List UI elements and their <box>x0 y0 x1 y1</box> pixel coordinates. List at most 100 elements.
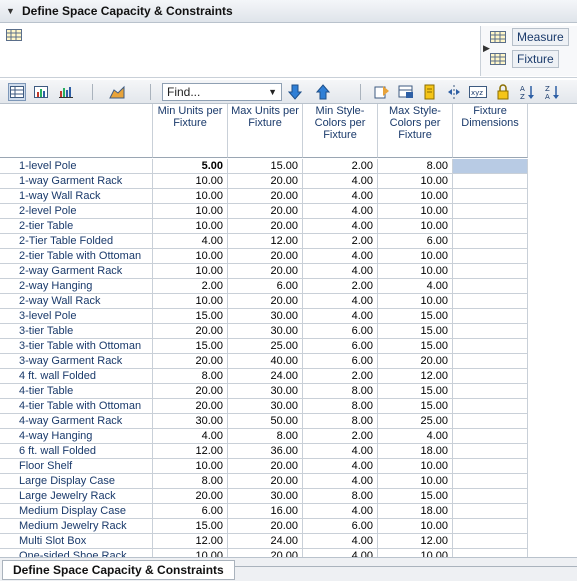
table-cell[interactable]: 8.00 <box>153 369 228 384</box>
table-cell[interactable]: 6.00 <box>378 234 453 249</box>
table-cell[interactable]: 20.00 <box>228 474 303 489</box>
row-label[interactable]: 6 ft. wall Folded <box>0 444 153 459</box>
table-cell[interactable]: 18.00 <box>378 504 453 519</box>
table-cell[interactable]: 20.00 <box>228 264 303 279</box>
table-cell[interactable]: 15.00 <box>153 339 228 354</box>
table-cell[interactable]: 20.00 <box>228 294 303 309</box>
row-label[interactable]: Multi Slot Box <box>0 534 153 549</box>
table-cell[interactable]: 10.00 <box>153 189 228 204</box>
table-cell[interactable]: 8.00 <box>303 414 378 429</box>
table-cell[interactable]: 20.00 <box>228 219 303 234</box>
table-cell[interactable] <box>453 249 528 264</box>
row-label[interactable]: One-sided Shoe Rack <box>0 549 153 557</box>
table-cell[interactable]: 15.00 <box>378 384 453 399</box>
table-cell[interactable]: 2.00 <box>303 234 378 249</box>
column-header-max-units[interactable]: Max Units per Fixture <box>228 104 303 158</box>
table-cell[interactable]: 20.00 <box>228 249 303 264</box>
table-cell[interactable]: 30.00 <box>228 309 303 324</box>
table-cell[interactable] <box>453 519 528 534</box>
table-cell[interactable]: 30.00 <box>228 384 303 399</box>
format-cells-icon[interactable] <box>397 83 415 101</box>
table-cell[interactable]: 10.00 <box>153 174 228 189</box>
table-cell[interactable] <box>453 234 528 249</box>
table-cell[interactable]: 15.00 <box>378 324 453 339</box>
table-icon[interactable] <box>6 29 22 44</box>
row-label[interactable]: 2-tier Table with Ottoman <box>0 249 153 264</box>
table-cell[interactable] <box>453 264 528 279</box>
table-cell[interactable] <box>453 324 528 339</box>
table-cell[interactable]: 2.00 <box>303 369 378 384</box>
row-label[interactable]: 1-way Wall Rack <box>0 189 153 204</box>
table-cell[interactable]: 12.00 <box>153 444 228 459</box>
column-header-min-style-colors[interactable]: Min Style-Colors per Fixture <box>303 104 378 158</box>
row-label[interactable]: 3-tier Table with Ottoman <box>0 339 153 354</box>
table-cell[interactable] <box>453 444 528 459</box>
table-cell[interactable]: 15.00 <box>378 309 453 324</box>
table-cell[interactable]: 4.00 <box>303 444 378 459</box>
table-cell[interactable]: 4.00 <box>303 459 378 474</box>
table-cell[interactable] <box>453 369 528 384</box>
table-cell[interactable]: 25.00 <box>228 339 303 354</box>
table-cell[interactable] <box>453 534 528 549</box>
table-cell[interactable]: 4.00 <box>153 429 228 444</box>
table-cell[interactable]: 4.00 <box>303 204 378 219</box>
sort-descending-icon[interactable]: ZA <box>544 83 562 101</box>
grid-chart-view-icon[interactable] <box>32 83 50 101</box>
row-label[interactable]: 2-level Pole <box>0 204 153 219</box>
row-label[interactable]: 2-Tier Table Folded <box>0 234 153 249</box>
table-cell[interactable]: 30.00 <box>228 489 303 504</box>
table-cell[interactable]: 20.00 <box>153 399 228 414</box>
table-cell[interactable]: 10.00 <box>378 474 453 489</box>
table-cell[interactable]: 4.00 <box>303 534 378 549</box>
table-cell[interactable]: 24.00 <box>228 369 303 384</box>
dimension-measure[interactable]: Measure <box>490 28 569 46</box>
note-icon[interactable] <box>421 83 439 101</box>
table-cell[interactable]: 8.00 <box>153 474 228 489</box>
table-cell[interactable]: 5.00 <box>153 159 228 174</box>
table-cell[interactable]: 12.00 <box>378 534 453 549</box>
table-cell[interactable]: 10.00 <box>378 294 453 309</box>
dimension-label-measure[interactable]: Measure <box>512 28 569 46</box>
table-cell[interactable]: 10.00 <box>153 219 228 234</box>
table-cell[interactable]: 8.00 <box>378 159 453 174</box>
row-label[interactable]: 1-level Pole <box>0 159 153 174</box>
table-cell[interactable]: 20.00 <box>153 384 228 399</box>
find-previous-up-icon[interactable] <box>314 83 332 101</box>
table-cell[interactable]: 20.00 <box>228 549 303 557</box>
table-cell[interactable]: 20.00 <box>378 354 453 369</box>
table-cell[interactable]: 4.00 <box>303 249 378 264</box>
table-cell[interactable]: 10.00 <box>378 219 453 234</box>
table-cell[interactable]: 2.00 <box>303 429 378 444</box>
table-cell[interactable]: 10.00 <box>153 459 228 474</box>
table-cell[interactable]: 20.00 <box>228 459 303 474</box>
chart-view-icon[interactable] <box>57 83 75 101</box>
row-label[interactable]: 4-tier Table with Ottoman <box>0 399 153 414</box>
table-cell[interactable] <box>453 549 528 557</box>
table-cell[interactable]: 10.00 <box>153 264 228 279</box>
column-header-max-style-colors[interactable]: Max Style-Colors per Fixture <box>378 104 453 158</box>
table-cell[interactable]: 20.00 <box>228 204 303 219</box>
table-cell[interactable] <box>453 189 528 204</box>
row-label[interactable]: 3-way Garment Rack <box>0 354 153 369</box>
table-cell[interactable]: 10.00 <box>378 249 453 264</box>
table-cell[interactable]: 25.00 <box>378 414 453 429</box>
table-cell[interactable]: 12.00 <box>153 534 228 549</box>
table-cell[interactable]: 10.00 <box>153 249 228 264</box>
table-cell[interactable]: 6.00 <box>228 279 303 294</box>
table-cell[interactable] <box>453 429 528 444</box>
table-cell[interactable] <box>453 414 528 429</box>
row-label[interactable]: 4 ft. wall Folded <box>0 369 153 384</box>
find-next-down-icon[interactable] <box>286 83 304 101</box>
table-cell[interactable]: 15.00 <box>378 489 453 504</box>
table-cell[interactable]: 20.00 <box>153 354 228 369</box>
table-cell[interactable]: 50.00 <box>228 414 303 429</box>
table-cell[interactable] <box>453 339 528 354</box>
table-cell[interactable]: 8.00 <box>303 489 378 504</box>
chevron-down-icon[interactable]: ▼ <box>268 84 277 100</box>
table-cell[interactable]: 12.00 <box>228 234 303 249</box>
table-cell[interactable]: 8.00 <box>303 399 378 414</box>
table-cell[interactable] <box>453 399 528 414</box>
table-cell[interactable]: 30.00 <box>228 324 303 339</box>
row-label[interactable]: 2-way Wall Rack <box>0 294 153 309</box>
table-cell[interactable]: 36.00 <box>228 444 303 459</box>
